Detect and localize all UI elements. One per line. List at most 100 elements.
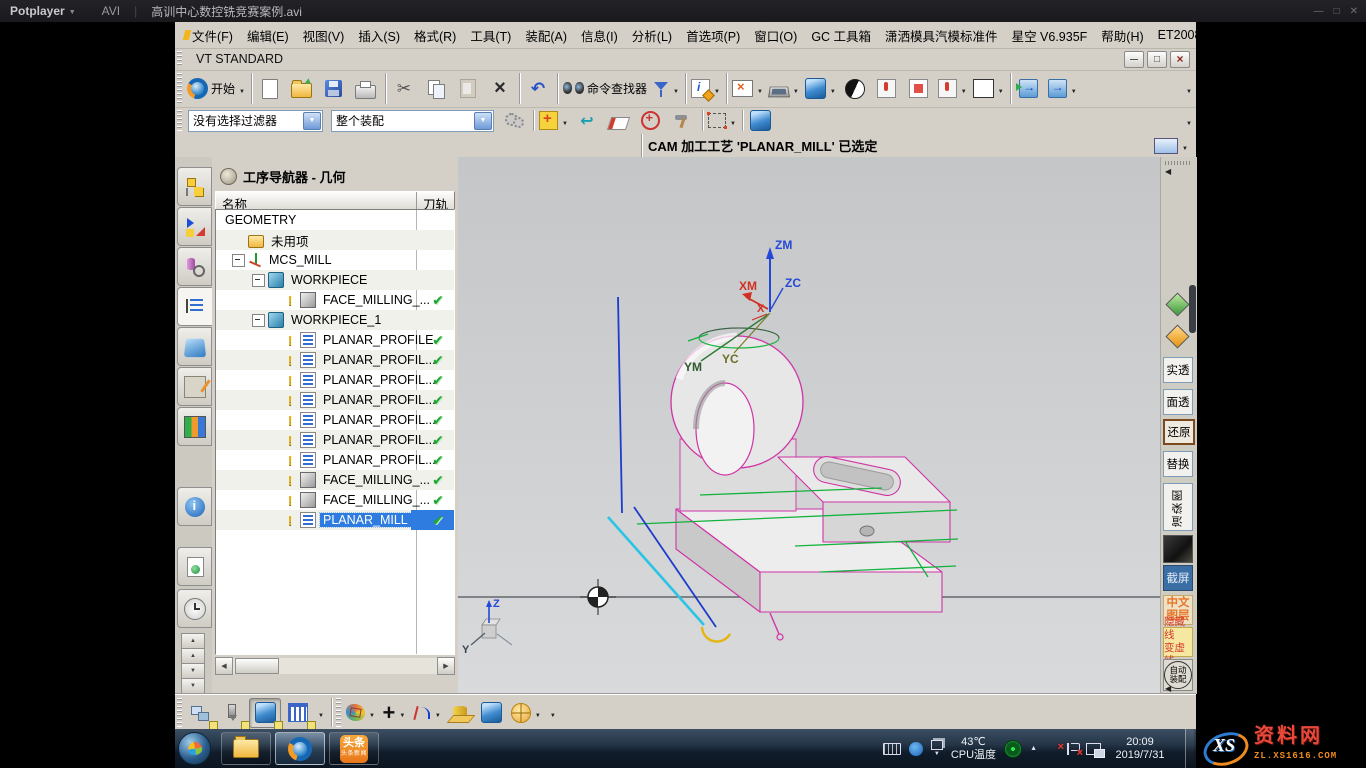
viewport-canvas[interactable]: ZM ZC XM X YM YC — [458, 157, 1160, 694]
expander-minus-icon[interactable] — [252, 274, 265, 287]
toolbar-grip[interactable] — [177, 110, 182, 131]
table-row[interactable]: PLANAR_PROFIL... — [216, 390, 454, 410]
replace-button[interactable]: 替换 — [1163, 451, 1193, 477]
cpu-temperature-readout[interactable]: 43℃ CPU温度 — [951, 736, 996, 762]
rectangle-select-button[interactable] — [706, 107, 738, 135]
screenshot-button[interactable]: 截屏 — [1163, 565, 1193, 591]
copy-button[interactable] — [421, 75, 451, 103]
navigator-hscrollbar[interactable]: ◀ ▶ — [215, 658, 455, 674]
menu-item[interactable]: GC 工具箱 — [804, 23, 878, 48]
dropdown-arrow-icon[interactable] — [474, 112, 492, 130]
table-row[interactable]: 未用项 — [216, 230, 454, 250]
menu-item[interactable]: 信息(I) — [574, 23, 625, 48]
table-row[interactable]: FACE_MILLING_... — [216, 290, 454, 310]
tray-expand-icon[interactable]: ▲ — [1030, 745, 1037, 752]
tab-assembly-navigator[interactable] — [177, 167, 212, 206]
solid-translucent-button[interactable]: 实透 — [1163, 357, 1193, 383]
tab-reuse-library[interactable] — [177, 367, 212, 406]
toolbar-grip[interactable] — [177, 698, 182, 727]
table-row[interactable]: WORKPIECE — [216, 270, 454, 290]
close-icon[interactable]: ✕ — [1350, 6, 1358, 17]
tab-constraint-navigator[interactable] — [177, 207, 212, 246]
menu-item[interactable]: 潇洒模具汽模标准件 — [878, 23, 1005, 48]
filter-button[interactable] — [651, 75, 681, 103]
toolbar-grip[interactable] — [177, 73, 182, 104]
expander-minus-icon[interactable] — [252, 314, 265, 327]
cut-button[interactable] — [389, 75, 419, 103]
taskbar-explorer-button[interactable] — [221, 732, 271, 765]
toolbar-overflow-icon[interactable] — [1186, 82, 1192, 96]
menu-item[interactable]: ET2008 — [1151, 25, 1209, 45]
menu-item[interactable]: 编辑(E) — [240, 23, 296, 48]
show-desktop-button[interactable] — [1185, 729, 1194, 768]
table-row[interactable]: GEOMETRY — [216, 210, 454, 230]
menu-item[interactable]: 格式(R) — [407, 23, 463, 48]
status-overflow-icon[interactable] — [1182, 139, 1188, 153]
taskbar-nx-button[interactable] — [275, 732, 325, 765]
restore-window-tray-icon[interactable] — [931, 740, 943, 750]
table-row[interactable]: MCS_MILL — [216, 250, 454, 270]
create-tool-button[interactable] — [217, 699, 247, 727]
table-row[interactable]: FACE_MILLING_... — [216, 490, 454, 510]
table-row[interactable]: PLANAR_PROFIL... — [216, 410, 454, 430]
sphere-surface-button[interactable] — [344, 699, 377, 727]
window-close-button[interactable] — [1170, 51, 1190, 68]
export-part-button[interactable] — [1014, 75, 1044, 103]
window-restore-button[interactable] — [1147, 51, 1167, 68]
background-button[interactable] — [971, 75, 1006, 103]
macro-diamond-green-button[interactable] — [1163, 289, 1191, 319]
selection-filter-dropdown[interactable]: 没有选择过滤器 — [188, 110, 323, 132]
tab-history[interactable] — [177, 589, 212, 628]
extrude-button[interactable] — [445, 699, 475, 727]
hammer-tool-button[interactable] — [668, 107, 698, 135]
face-translucent-button[interactable]: 面透 — [1163, 389, 1193, 415]
table-row[interactable]: PLANAR_PROFIL... — [216, 450, 454, 470]
scroll-left-icon[interactable]: ◀ — [215, 657, 233, 675]
restore-button[interactable]: 还原 — [1163, 419, 1195, 445]
snap-point-button[interactable] — [537, 107, 570, 135]
table-row[interactable]: PLANAR_MILL — [216, 510, 454, 530]
expander-minus-icon[interactable] — [232, 254, 245, 267]
display-mode-button[interactable] — [767, 75, 801, 103]
minimize-icon[interactable]: — — [1314, 6, 1324, 17]
menu-item[interactable]: 装配(A) — [518, 23, 574, 48]
scroll-up-button[interactable]: ▲ — [181, 648, 205, 664]
scroll-last-button[interactable]: ▼ — [181, 678, 205, 694]
toolbar-overflow-icon[interactable] — [318, 706, 324, 720]
toolbar-grip[interactable] — [336, 698, 341, 727]
potplayer-menu[interactable]: Potplayer — [10, 4, 65, 18]
navigator-tree[interactable]: GEOMETRY 未用项 — [215, 209, 455, 655]
potplayer-titlebar[interactable]: Potplayer ▼ AVI | 高训中心数控铣竞赛案例.avi — □ ✕ — [0, 0, 1366, 22]
viewport-3d[interactable]: ZM ZC XM X YM YC — [458, 157, 1160, 694]
macro-diamond-orange-button[interactable] — [1163, 321, 1191, 351]
chevron-down-icon[interactable]: ▼ — [934, 751, 940, 757]
import-part-button[interactable] — [1046, 75, 1079, 103]
print-button[interactable] — [351, 75, 381, 103]
eraser-button[interactable] — [604, 107, 634, 135]
delete-button[interactable] — [485, 75, 515, 103]
keyboard-tray-icon[interactable] — [883, 743, 901, 755]
scroll-first-button[interactable]: ▲ — [181, 633, 205, 649]
image-thumbnail-button[interactable] — [1163, 535, 1193, 563]
menu-item[interactable]: 分析(L) — [625, 23, 679, 48]
save-button[interactable] — [319, 75, 349, 103]
table-row[interactable]: PLANAR_PROFIL... — [216, 370, 454, 390]
fan-monitor-tray-icon[interactable] — [1004, 740, 1022, 758]
create-program-button[interactable] — [185, 699, 215, 727]
create-method-button[interactable] — [283, 699, 313, 727]
help-tray-icon[interactable] — [909, 742, 923, 756]
render-image-button[interactable]: 渲染图 — [1163, 483, 1193, 531]
menu-item[interactable]: 帮助(H) — [1094, 23, 1150, 48]
start-button[interactable] — [178, 732, 211, 765]
command-finder-button[interactable]: 命令查找器 — [561, 75, 649, 103]
datum-display-button[interactable] — [936, 75, 969, 103]
collapse-left-icon[interactable]: ◀ — [1165, 684, 1171, 693]
show-wcs-button[interactable] — [872, 75, 902, 103]
menu-item[interactable]: 窗口(O) — [747, 23, 804, 48]
scrollbar-thumb[interactable] — [235, 658, 279, 674]
window-minimize-button[interactable] — [1124, 51, 1144, 68]
contrast-button[interactable] — [840, 75, 870, 103]
menu-item[interactable]: 文件(F) — [185, 23, 240, 48]
selection-scope-dropdown[interactable]: 整个装配 — [331, 110, 494, 132]
toolbar-grip[interactable] — [1165, 161, 1191, 165]
